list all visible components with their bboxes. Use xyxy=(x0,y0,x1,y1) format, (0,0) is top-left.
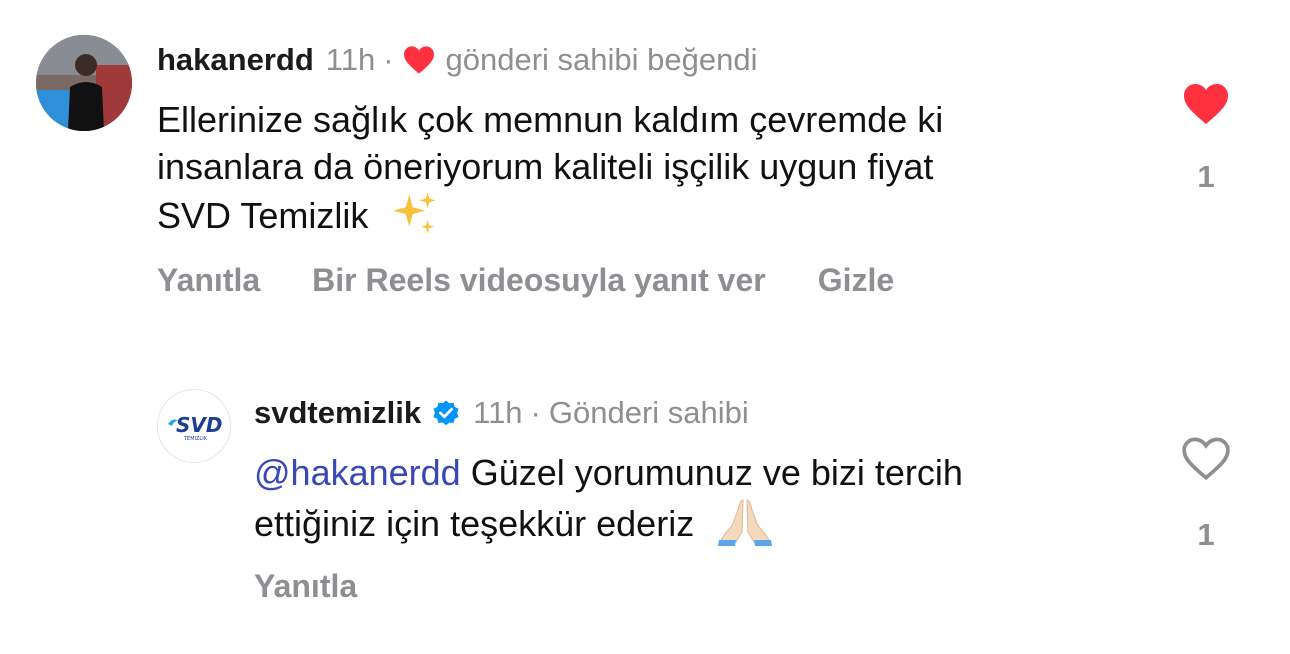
avatar[interactable] xyxy=(36,35,132,131)
reply-button[interactable]: Yanıtla xyxy=(157,262,260,299)
comment-line: Ellerinize sağlık çok memnun kaldım çevr… xyxy=(157,99,944,140)
separator-dot: · xyxy=(383,42,394,77)
like-column: 1 xyxy=(1180,82,1232,195)
like-count: 1 xyxy=(1197,159,1215,194)
reply-button[interactable]: Yanıtla xyxy=(254,568,357,605)
comment-line-text: SVD Temizlik xyxy=(157,195,369,237)
comment-actions: Yanıtla xyxy=(254,568,409,605)
username[interactable]: svdtemizlik xyxy=(254,393,421,433)
comment-line-text: Güzel yorumunuz ve bizi tercih xyxy=(470,452,963,493)
heart-filled-icon xyxy=(402,45,436,75)
comment-text: Ellerinize sağlık çok memnun kaldım çevr… xyxy=(157,96,1157,247)
username[interactable]: hakanerdd xyxy=(157,40,314,80)
verified-badge-icon xyxy=(431,398,461,428)
mention-link[interactable]: @hakanerdd xyxy=(254,452,461,493)
hide-button[interactable]: Gizle xyxy=(818,262,894,299)
svd-logo-icon: SVD TEMIZLIK xyxy=(168,413,222,442)
owner-label: Gönderi sahibi xyxy=(548,395,749,430)
timestamp: 11h xyxy=(473,395,523,430)
comment-actions: Yanıtla Bir Reels videosuyla yanıt ver G… xyxy=(157,262,946,299)
owner-liked-note: gönderi sahibi beğendi xyxy=(445,42,758,77)
like-heart-outline-icon[interactable] xyxy=(1181,436,1231,487)
comment-meta: hakanerdd 11h · gönderi sahibi beğendi xyxy=(157,40,758,80)
like-count: 1 xyxy=(1197,517,1215,552)
avatar[interactable]: SVD TEMIZLIK xyxy=(157,389,231,463)
like-column: 1 xyxy=(1180,436,1232,553)
comment-meta: svdtemizlik 11h · Gönderi sahibi xyxy=(254,393,749,433)
folded-hands-icon xyxy=(716,496,774,557)
comment-text: @hakanerdd Güzel yorumunuz ve bizi terci… xyxy=(254,449,1154,557)
svg-text:TEMIZLIK: TEMIZLIK xyxy=(183,436,208,442)
timestamp: 11h xyxy=(325,42,376,77)
comment-line: @hakanerdd Güzel yorumunuz ve bizi terci… xyxy=(254,449,1154,496)
comment-line-last: ettiğiniz için teşekkür ederiz xyxy=(254,496,1154,557)
avatar-photo xyxy=(36,35,132,131)
comment-line-last: SVD Temizlik xyxy=(157,190,1157,247)
comment-line: insanlara da öneriyorum kaliteli işçilik… xyxy=(157,146,934,187)
reels-reply-button[interactable]: Bir Reels videosuyla yanıt ver xyxy=(312,262,766,299)
comment-line-text: ettiğiniz için teşekkür ederiz xyxy=(254,503,695,545)
separator-dot: · xyxy=(530,395,541,430)
sparkles-icon xyxy=(392,190,438,247)
svg-text:SVD: SVD xyxy=(176,413,222,437)
like-heart-filled-icon[interactable] xyxy=(1182,82,1230,131)
